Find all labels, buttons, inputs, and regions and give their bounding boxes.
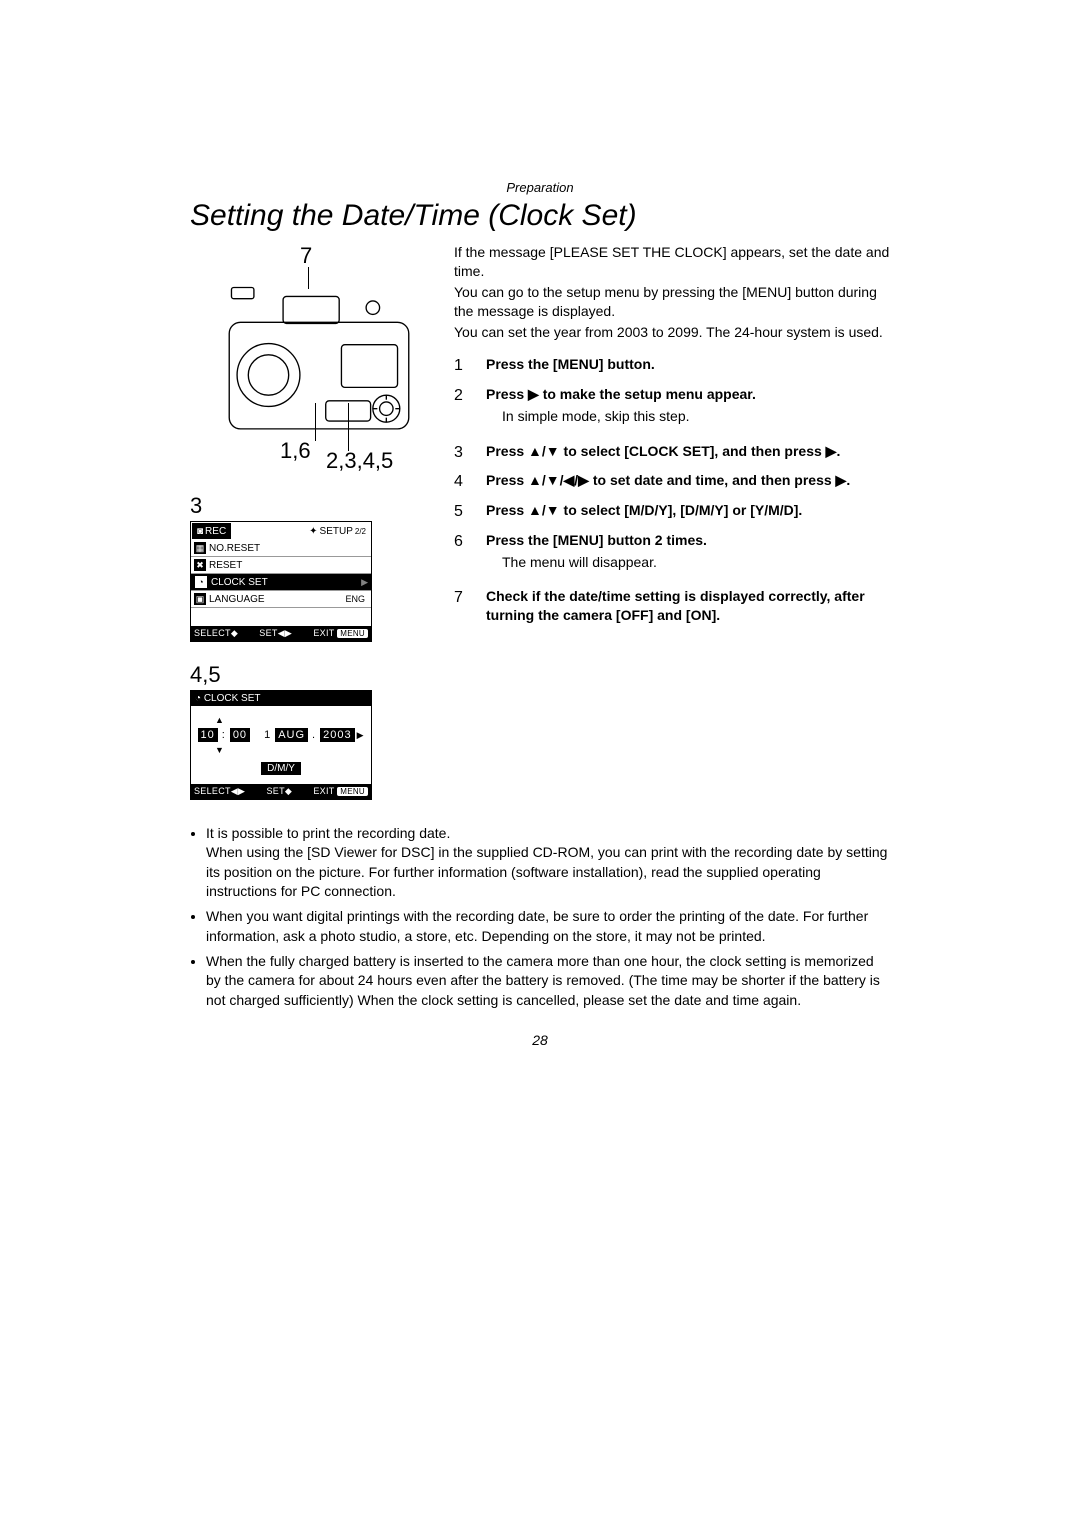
right-arrow-icon: ▶ xyxy=(361,577,368,588)
clock-header: ◔ CLOCK SET xyxy=(191,691,371,706)
camera-icon xyxy=(218,283,420,451)
day-value: 1 xyxy=(262,728,273,742)
step-6: 6 Press the [MENU] button 2 times. The m… xyxy=(454,531,890,580)
wrench-icon: ✦ xyxy=(309,526,317,537)
intro-text: If the message [PLEASE SET THE CLOCK] ap… xyxy=(454,243,890,341)
clock-footer: SELECT◀▶ SET◆ EXIT MENU xyxy=(191,784,371,799)
clock-values: 10:00 1AUG.2003 ▶ xyxy=(198,728,365,742)
step-2: 2 Press ▶ to make the setup menu appear.… xyxy=(454,385,890,434)
callout-7: 7 xyxy=(300,243,312,269)
step-7: 7 Check if the date/time setting is disp… xyxy=(454,587,890,625)
callout-1-6: 1,6 xyxy=(280,438,311,464)
page-number: 28 xyxy=(190,1032,890,1048)
year-value: 2003 xyxy=(320,728,354,742)
right-arrow-icon: ▶ xyxy=(357,730,365,741)
steps-list: 1 Press the [MENU] button. 2 Press ▶ to … xyxy=(454,355,890,625)
note-1: It is possible to print the recording da… xyxy=(206,824,890,901)
note-3: When the fully charged battery is insert… xyxy=(206,952,890,1010)
step-1: 1 Press the [MENU] button. xyxy=(454,355,890,377)
hour-value: 10 xyxy=(198,728,218,742)
callout-2-3-4-5: 2,3,4,5 xyxy=(326,448,393,474)
menu-language: ▣ LANGUAGE ENG xyxy=(191,591,371,608)
month-value: AUG xyxy=(275,728,308,742)
menu-reset: ✖ RESET xyxy=(191,557,371,574)
up-arrow-icon: ▲ xyxy=(215,715,224,725)
setup-menu-screen: ◙ REC ✦ SETUP 2/2 ▦ NO.RESET ✖ RESET xyxy=(190,521,372,642)
menu-clock-set: ◔ CLOCK SET ▶ xyxy=(191,574,371,591)
ref-label-4-5: 4,5 xyxy=(190,662,430,688)
menu-no-reset: ▦ NO.RESET xyxy=(191,540,371,557)
camera-icon: ◙ xyxy=(197,526,203,537)
counter-icon: ▦ xyxy=(194,542,206,554)
bottom-notes: It is possible to print the recording da… xyxy=(190,824,890,1010)
reset-icon: ✖ xyxy=(194,559,206,571)
camera-diagram: 7 xyxy=(200,243,420,473)
menu-footer: SELECT◆ SET◀▶ EXIT MENU xyxy=(191,626,371,641)
tab-setup: ✦ SETUP 2/2 xyxy=(232,522,371,540)
clock-icon: ◔ xyxy=(194,575,208,589)
minute-value: 00 xyxy=(230,728,250,742)
step-3: 3 Press ▲/▼ to select [CLOCK SET], and t… xyxy=(454,442,890,464)
note-2: When you want digital printings with the… xyxy=(206,907,890,946)
language-icon: ▣ xyxy=(194,593,206,605)
down-arrow-icon: ▼ xyxy=(215,745,224,755)
page-title: Setting the Date/Time (Clock Set) xyxy=(190,199,890,233)
section-header: Preparation xyxy=(190,180,890,195)
step-4: 4 Press ▲/▼/◀/▶ to set date and time, an… xyxy=(454,471,890,493)
step-5: 5 Press ▲/▼ to select [M/D/Y], [D/M/Y] o… xyxy=(454,501,890,523)
ref-label-3: 3 xyxy=(190,493,430,519)
clock-set-screen: ◔ CLOCK SET ▲ 10:00 1AUG.2003 ▶ ▼ D/M/Y … xyxy=(190,690,372,800)
tab-rec: ◙ REC xyxy=(191,522,232,540)
clock-icon: ◔ xyxy=(195,693,201,704)
date-format-value: D/M/Y xyxy=(261,762,301,775)
